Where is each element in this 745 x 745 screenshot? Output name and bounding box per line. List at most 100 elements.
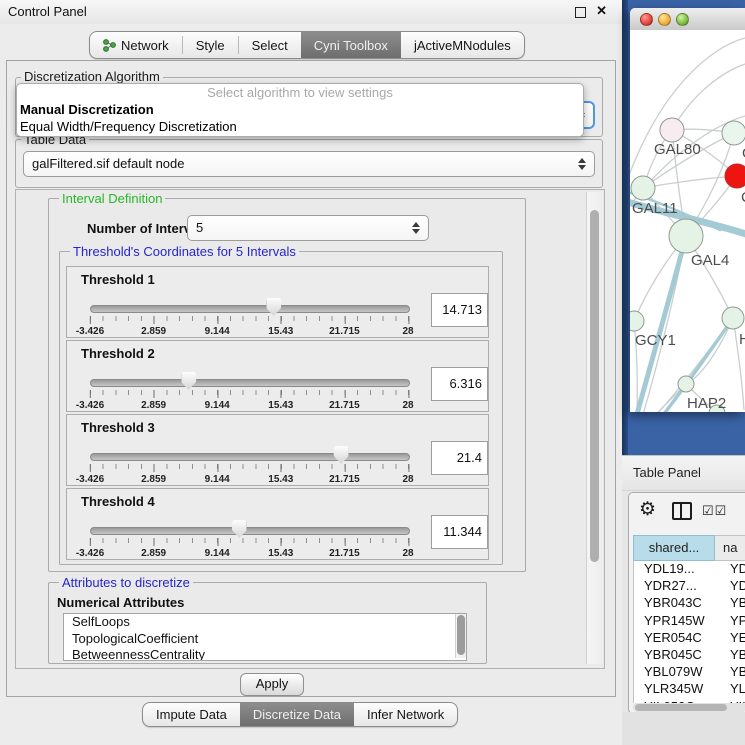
tick-label: 2.859	[141, 400, 166, 411]
tab-impute-data[interactable]: Impute Data	[143, 703, 240, 726]
scrollbar-thumb[interactable]	[590, 210, 599, 562]
close-icon[interactable]: ✕	[596, 3, 607, 19]
cell-shared-name: YBL079W	[634, 664, 724, 681]
node-hap2[interactable]	[678, 376, 694, 392]
dropdown-option-manual[interactable]: Manual Discretization	[17, 102, 583, 119]
network-canvas[interactable]: GAL80 GA CY GAL11 GAL4 GCY1 H HAP2	[630, 30, 745, 412]
tab-infer-network[interactable]: Infer Network	[354, 703, 457, 726]
attribute-item[interactable]: BetweennessCentrality	[64, 647, 466, 661]
slider-minor-ticks	[90, 464, 409, 469]
threshold-1-label: Threshold 1	[81, 272, 155, 287]
attribute-item[interactable]: SelfLoops	[64, 614, 466, 631]
thresholds-group-title: Threshold's Coordinates for 5 Intervals	[70, 244, 299, 259]
float-window-icon[interactable]	[575, 7, 586, 18]
node-gal11[interactable]	[631, 176, 655, 200]
tick-label: -3.426	[76, 474, 104, 485]
slider-tick-labels: -3.4262.8599.14415.4321.71528	[90, 323, 408, 337]
table-row[interactable]: YDL19... YDL1	[634, 561, 745, 578]
table-row[interactable]: YER054C YER0	[634, 630, 745, 647]
column-header-shared-name[interactable]: shared...	[633, 535, 715, 561]
tick-label: 15.43	[268, 400, 293, 411]
threshold-3-card: Threshold 3 -3.4262.8599.14415.4321.7152…	[66, 414, 489, 486]
node-ga[interactable]	[722, 121, 745, 145]
threshold-1-slider-track[interactable]	[90, 305, 410, 313]
threshold-4-label: Threshold 4	[81, 494, 155, 509]
tab-discretize-data[interactable]: Discretize Data	[240, 703, 354, 726]
tab-network[interactable]: Network	[90, 32, 182, 58]
threshold-1-value-field[interactable]: 14.713	[431, 293, 488, 327]
threshold-4-slider-track[interactable]	[90, 527, 410, 535]
tick-label: 2.859	[141, 548, 166, 559]
tick-label: 9.144	[205, 548, 230, 559]
apply-button[interactable]: Apply	[240, 673, 304, 696]
tick-label: 21.715	[329, 548, 360, 559]
threshold-2-slider-thumb[interactable]	[181, 372, 196, 390]
tick-label: 28	[402, 474, 413, 485]
scrollbar-thumb[interactable]	[457, 615, 465, 655]
tab-cyni-toolbox[interactable]: Cyni Toolbox	[301, 32, 401, 58]
scrollbar-thumb[interactable]	[635, 704, 727, 711]
threshold-4-slider-thumb[interactable]	[232, 520, 247, 538]
table-horizontal-scrollbar[interactable]	[633, 703, 745, 712]
tab-cyni-toolbox-label: Cyni Toolbox	[314, 38, 388, 53]
algorithm-dropdown-popup: Select algorithm to view settings Manual…	[16, 83, 584, 137]
tab-select[interactable]: Select	[239, 32, 301, 58]
threshold-1-slider-thumb[interactable]	[266, 298, 281, 316]
numerical-attributes-label: Numerical Attributes	[57, 595, 184, 610]
table-row[interactable]: YPR145W YPR1	[634, 613, 745, 630]
tab-style[interactable]: Style	[183, 32, 238, 58]
attribute-item[interactable]: TopologicalCoefficient	[64, 631, 466, 648]
table-body: YDL19... YDL1 YDR27... YDR2 YBR043C YBR0…	[633, 561, 745, 703]
node-gcy1[interactable]	[630, 311, 644, 331]
number-of-intervals-combobox[interactable]: 5	[187, 215, 429, 241]
select-checkboxes-icon[interactable]: ☑☑	[702, 503, 727, 519]
discretization-algorithm-group-title: Discretization Algorithm	[21, 69, 163, 84]
threshold-3-slider-track[interactable]	[90, 453, 410, 461]
thresholds-group: Threshold's Coordinates for 5 Intervals …	[59, 251, 503, 565]
attributes-list-scrollbar[interactable]	[455, 614, 466, 658]
node-gal4[interactable]	[669, 219, 703, 253]
cell-name: YER0	[724, 630, 745, 647]
node-gal80[interactable]	[660, 118, 684, 142]
table-row[interactable]: YBR043C YBR0	[634, 595, 745, 612]
node-label-hap2: HAP2	[687, 395, 726, 412]
node-h[interactable]	[722, 307, 744, 329]
tick-label: 28	[402, 326, 413, 337]
network-window-titlebar	[630, 8, 745, 31]
threshold-3-slider-thumb[interactable]	[334, 446, 349, 464]
table-row[interactable]: YBL079W YBL0	[634, 664, 745, 681]
cell-name: YDL1	[724, 561, 745, 578]
threshold-3-label: Threshold 3	[81, 420, 155, 435]
zoom-traffic-light[interactable]	[676, 13, 689, 26]
tick-label: -3.426	[76, 400, 104, 411]
table-data-combobox[interactable]: galFiltered.sif default node	[23, 151, 595, 177]
tab-jactivemnodules[interactable]: jActiveMNodules	[401, 32, 524, 58]
column-header-name[interactable]: na	[715, 535, 745, 561]
dropdown-option-equal-width[interactable]: Equal Width/Frequency Discretization	[17, 119, 583, 136]
threshold-2-slider-track[interactable]	[90, 379, 410, 387]
cell-name: YBR0	[724, 595, 745, 612]
threshold-4-value-field[interactable]: 11.344	[431, 515, 488, 549]
table-row[interactable]: YDR27... YDR2	[634, 578, 745, 595]
table-row[interactable]: YBR045C YBR0	[634, 647, 745, 664]
gear-icon[interactable]: ⚙	[639, 498, 656, 521]
threshold-2-value-field[interactable]: 6.316	[431, 367, 488, 401]
cell-name: YLR3	[724, 681, 745, 698]
cell-shared-name: YBR043C	[634, 595, 724, 612]
numerical-attributes-list[interactable]: SelfLoopsTopologicalCoefficientBetweenne…	[63, 613, 467, 661]
settings-scrollpane: Interval Definition Number of Intervals …	[15, 189, 605, 669]
node-red-selected[interactable]	[725, 164, 745, 188]
tick-label: 2.859	[141, 326, 166, 337]
close-traffic-light[interactable]	[640, 13, 653, 26]
combo-arrows-icon	[412, 221, 421, 235]
table-row[interactable]: YLR345W YLR3	[634, 681, 745, 698]
threshold-1-card: Threshold 1 -3.4262.8599.14415.4321.7152…	[66, 266, 489, 338]
columns-icon[interactable]	[672, 502, 692, 520]
minimize-traffic-light[interactable]	[658, 13, 671, 26]
threshold-3-value-field[interactable]: 21.4	[431, 441, 488, 475]
tick-label: 9.144	[205, 400, 230, 411]
cell-shared-name: YDR27...	[634, 578, 724, 595]
tick-label: 21.715	[329, 400, 360, 411]
interval-definition-title: Interval Definition	[59, 191, 165, 206]
settings-vertical-scrollbar[interactable]	[586, 192, 603, 664]
